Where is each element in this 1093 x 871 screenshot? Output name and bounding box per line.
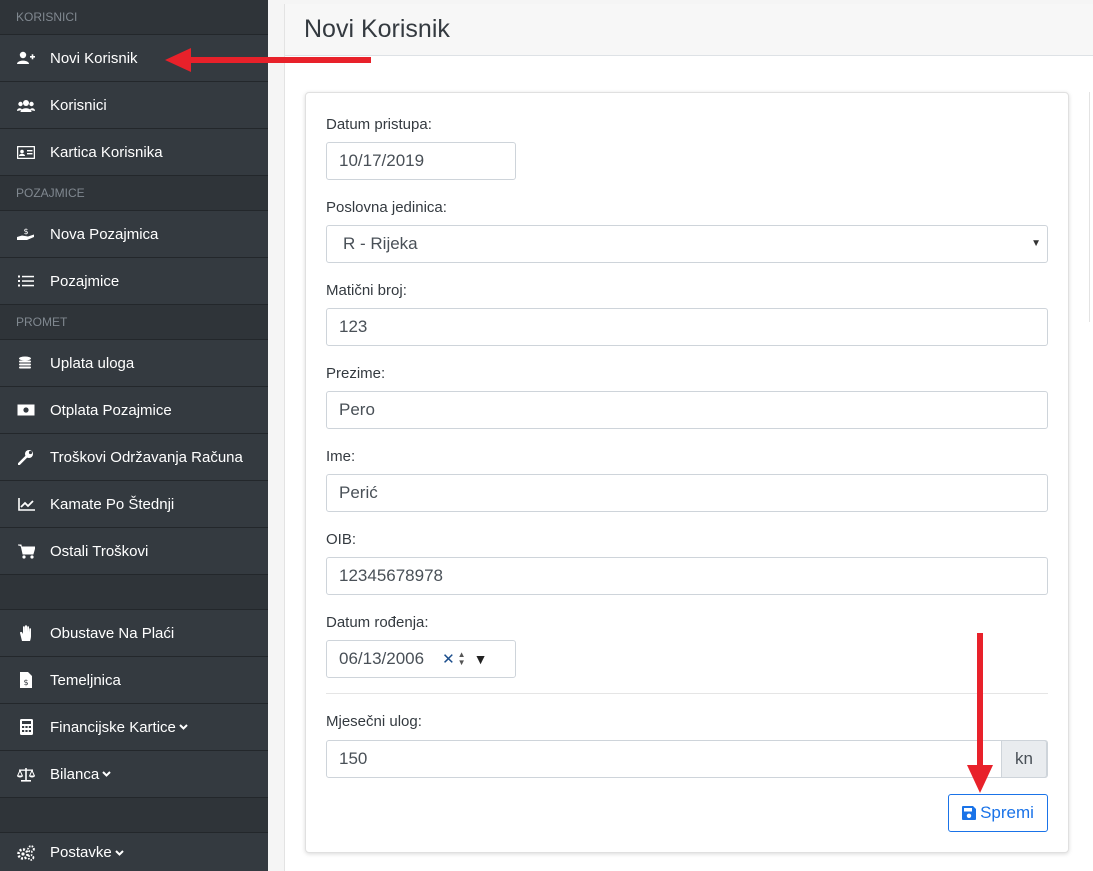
prezime-value: Pero (339, 400, 375, 419)
section-header-pozajmice: POZAJMICE (0, 176, 268, 211)
mjesecni-ulog-value: 150 (339, 749, 368, 768)
oib-input[interactable]: 12345678978 (326, 557, 1048, 595)
sidebar-item-label: Kartica Korisnika (50, 143, 163, 161)
annotation-arrow-left (165, 48, 371, 72)
users-icon (16, 97, 36, 113)
clear-icon[interactable]: ✕ (442, 650, 455, 668)
sidebar-divider (0, 575, 268, 610)
sidebar-item-uplata-uloga[interactable]: Uplata uloga (0, 340, 268, 387)
datum-pristupa-input[interactable]: 10/17/2019 (326, 142, 516, 180)
calculator-icon (16, 719, 36, 735)
balance-scale-icon (16, 766, 36, 782)
maticni-broj-input[interactable]: 123 (326, 308, 1048, 346)
datum-pristupa-label: Datum pristupa: (326, 116, 432, 133)
maticni-broj-value: 123 (339, 317, 368, 336)
section-header-korisnici: KORISNICI (0, 0, 268, 35)
ime-input[interactable]: Perić (326, 474, 1048, 512)
sidebar-item-korisnici[interactable]: Korisnici (0, 82, 268, 129)
sidebar-item-label: Temeljnica (50, 671, 121, 689)
divider (326, 693, 1048, 694)
mjesecni-ulog-input[interactable]: 150 kn (326, 740, 1048, 778)
maticni-broj-label: Matični broj: (326, 282, 407, 299)
oib-label: OIB: (326, 531, 357, 548)
sidebar-item-pozajmice[interactable]: Pozajmice (0, 258, 268, 305)
datum-pristupa-value: 10/17/2019 (339, 151, 425, 170)
sidebar-item-label: Korisnici (50, 96, 107, 114)
sidebar-item-label: Uplata uloga (50, 354, 135, 372)
wrench-icon (16, 449, 36, 465)
user-plus-icon (16, 50, 36, 66)
chevron-down-icon (114, 847, 124, 859)
sidebar-item-label: Bilanca (50, 765, 100, 783)
sidebar-item-obustave-na-placi[interactable]: Obustave Na Plaći (0, 610, 268, 657)
section-header-promet: PROMET (0, 305, 268, 340)
chevron-down-icon (179, 721, 188, 733)
sidebar-item-label: Nova Pozajmica (50, 225, 159, 243)
datum-rodenja-value: 06/13/2006 (339, 649, 425, 668)
sidebar-item-otplata-pozajmice[interactable]: Otplata Pozajmice (0, 387, 268, 434)
coins-icon (16, 355, 36, 371)
chart-line-icon (16, 496, 36, 512)
chevron-down-icon (102, 768, 111, 780)
sidebar-item-label: Financijske Kartice (50, 718, 176, 736)
sidebar-item-label: Kamate Po Štednji (50, 495, 175, 513)
sidebar-item-label: Otplata Pozajmice (50, 401, 172, 419)
right-panel-edge (1089, 92, 1093, 322)
mjesecni-ulog-label: Mjesečni ulog: (326, 713, 422, 730)
svg-text:$: $ (23, 227, 28, 236)
ime-value: Perić (339, 483, 378, 502)
sidebar-item-postavke[interactable]: Postavke (0, 833, 268, 871)
sidebar-item-troskovi-odrzavanja[interactable]: Troškovi Održavanja Računa (0, 434, 268, 481)
hand-holding-usd-icon: $ (16, 226, 36, 242)
money-bill-icon (16, 402, 36, 418)
sidebar-item-ostali-troskovi[interactable]: Ostali Troškovi (0, 528, 268, 575)
save-button-label: Spremi (980, 803, 1034, 822)
sidebar-item-nova-pozajmica[interactable]: $ Nova Pozajmica (0, 211, 268, 258)
poslovna-jedinica-select[interactable]: R - Rijeka ▼ (326, 225, 1048, 263)
ime-label: Ime: (326, 448, 356, 465)
hand-icon (16, 625, 36, 641)
sidebar-item-temeljnica[interactable]: $ Temeljnica (0, 657, 268, 704)
title-bar: Novi Korisnik (285, 4, 1093, 56)
sidebar-item-label: Obustave Na Plaći (50, 624, 175, 642)
save-button[interactable]: Spremi (948, 794, 1048, 832)
datum-rodenja-label: Datum rođenja: (326, 614, 429, 631)
sidebar-divider (0, 798, 268, 833)
floppy-disk-icon (962, 806, 977, 820)
sidebar-item-label: Pozajmice (50, 272, 120, 290)
sidebar-item-bilanca[interactable]: Bilanca (0, 751, 268, 798)
svg-text:$: $ (23, 678, 28, 687)
sidebar-item-label: Novi Korisnik (50, 49, 138, 67)
sidebar-item-kartica-korisnika[interactable]: Kartica Korisnika (0, 129, 268, 176)
annotation-arrow-down (967, 633, 993, 793)
oib-value: 12345678978 (339, 566, 444, 585)
spinner-icon[interactable]: ▲ ▼ (458, 651, 466, 667)
id-card-icon (16, 144, 36, 160)
sidebar-item-label: Ostali Troškovi (50, 542, 149, 560)
shopping-cart-icon (16, 543, 36, 559)
prezime-label: Prezime: (326, 365, 386, 382)
dropdown-arrow-icon: ▼ (1031, 238, 1041, 249)
sidebar-item-financijske-kartice[interactable]: Financijske Kartice (0, 704, 268, 751)
sidebar: KORISNICI Novi Korisnik Korisnici Kartic… (0, 0, 268, 871)
page-title: Novi Korisnik (304, 15, 450, 43)
cogs-icon (16, 844, 36, 861)
list-icon (16, 273, 36, 289)
currency-addon: kn (1001, 740, 1047, 778)
sidebar-item-label: Troškovi Održavanja Računa (50, 448, 243, 466)
calendar-dropdown-icon[interactable]: ▼ (474, 651, 488, 667)
datum-rodenja-input[interactable]: 06/13/2006 ✕ ▲ ▼ ▼ (326, 640, 516, 678)
poslovna-jedinica-label: Poslovna jedinica: (326, 199, 447, 216)
sidebar-item-kamate-po-stednji[interactable]: Kamate Po Štednji (0, 481, 268, 528)
poslovna-jedinica-value: R - Rijeka (343, 234, 418, 253)
file-invoice-icon: $ (16, 672, 36, 688)
new-user-form: Datum pristupa: 10/17/2019 Poslovna jedi… (305, 92, 1069, 853)
prezime-input[interactable]: Pero (326, 391, 1048, 429)
sidebar-item-label: Postavke (50, 844, 112, 861)
